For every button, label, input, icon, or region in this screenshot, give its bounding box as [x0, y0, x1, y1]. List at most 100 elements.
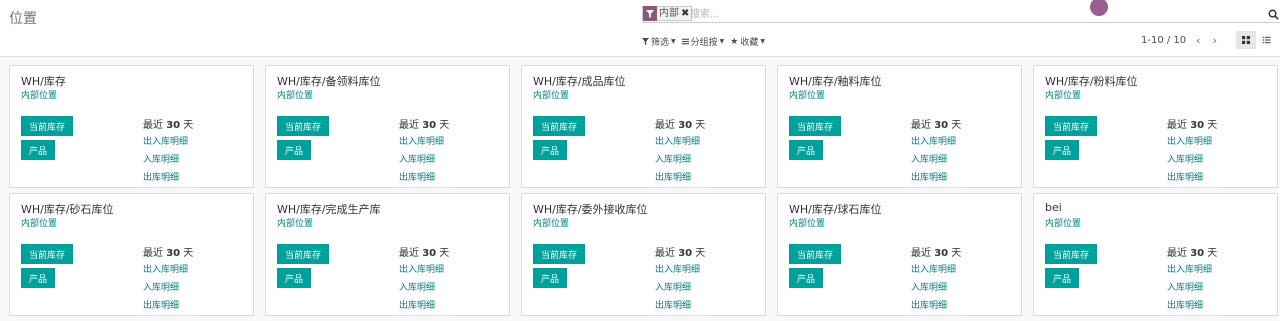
receipts-link[interactable]: 入库明细 [399, 152, 435, 165]
list-view-button[interactable] [1256, 31, 1276, 49]
products-button[interactable]: 产品 [21, 140, 55, 160]
location-name: WH/库存/成品库位 [533, 75, 626, 88]
pager-next-icon[interactable]: › [1213, 34, 1217, 47]
list-icon [681, 38, 689, 45]
location-name: WH/库存/釉料库位 [789, 75, 882, 88]
groupby-button[interactable]: 分组按 ▼ [681, 35, 725, 48]
deliveries-link[interactable]: 出库明细 [399, 298, 435, 311]
location-card[interactable]: WH/库存/粉料库位 内部位置 当前库存 产品 最近 30 天 出入库明细 入库… [1033, 65, 1278, 188]
location-card[interactable]: WH/库存/委外接收库位 内部位置 当前库存 产品 最近 30 天 出入库明细 … [521, 193, 766, 316]
location-name: WH/库存/球石库位 [789, 203, 882, 216]
location-card[interactable]: WH/库存/釉料库位 内部位置 当前库存 产品 最近 30 天 出入库明细 入库… [777, 65, 1022, 188]
caret-down-icon: ▼ [719, 38, 725, 45]
recent-heading: 最近 30 天 [655, 120, 706, 131]
moves-link[interactable]: 出入库明细 [143, 262, 188, 275]
moves-link[interactable]: 出入库明细 [143, 134, 188, 147]
current-stock-button[interactable]: 当前库存 [21, 244, 73, 264]
moves-link[interactable]: 出入库明细 [655, 262, 700, 275]
search-input[interactable] [690, 7, 1250, 21]
products-button[interactable]: 产品 [21, 268, 55, 288]
filter-icon [643, 6, 657, 21]
pager-value[interactable]: 1-10 / 10 [1141, 35, 1186, 46]
deliveries-link[interactable]: 出库明细 [911, 170, 947, 183]
pager-nav: ‹ › [1196, 34, 1217, 47]
deliveries-link[interactable]: 出库明细 [655, 298, 691, 311]
receipts-link[interactable]: 入库明细 [911, 280, 947, 293]
current-stock-button[interactable]: 当前库存 [1045, 116, 1097, 136]
location-type: 内部位置 [21, 91, 58, 101]
current-stock-button[interactable]: 当前库存 [789, 244, 841, 264]
favorites-button[interactable]: ★ 收藏 ▼ [730, 35, 765, 49]
current-stock-button[interactable]: 当前库存 [533, 244, 585, 264]
location-card[interactable]: WH/库存/球石库位 内部位置 当前库存 产品 最近 30 天 出入库明细 入库… [777, 193, 1022, 316]
deliveries-link[interactable]: 出库明细 [143, 298, 179, 311]
deliveries-link[interactable]: 出库明细 [143, 170, 179, 183]
kanban-icon [1242, 36, 1250, 44]
search-icon[interactable] [1266, 6, 1280, 22]
products-button[interactable]: 产品 [277, 268, 311, 288]
deliveries-link[interactable]: 出库明细 [1167, 170, 1203, 183]
current-stock-button[interactable]: 当前库存 [277, 116, 329, 136]
current-stock-button[interactable]: 当前库存 [789, 116, 841, 136]
filter-icon [642, 38, 649, 45]
filter-button[interactable]: 筛选 ▼ [642, 35, 676, 48]
current-stock-button[interactable]: 当前库存 [277, 244, 329, 264]
location-name: WH/库存/备领料库位 [277, 75, 381, 88]
pager-previous-icon[interactable]: ‹ [1196, 34, 1200, 47]
moves-link[interactable]: 出入库明细 [399, 134, 444, 147]
location-card[interactable]: WH/库存 内部位置 当前库存 产品 最近 30 天 出入库明细 入库明细 出库… [9, 65, 254, 188]
location-card[interactable]: WH/库存/完成生产库 内部位置 当前库存 产品 最近 30 天 出入库明细 入… [265, 193, 510, 316]
receipts-link[interactable]: 入库明细 [1167, 280, 1203, 293]
products-button[interactable]: 产品 [277, 140, 311, 160]
location-card[interactable]: WH/库存/砂石库位 内部位置 当前库存 产品 最近 30 天 出入库明细 入库… [9, 193, 254, 316]
search-facet[interactable]: 内部 ✖ [642, 6, 693, 21]
moves-link[interactable]: 出入库明细 [1167, 262, 1212, 275]
recent-heading: 最近 30 天 [399, 248, 450, 259]
breadcrumb[interactable]: 位置 [9, 8, 37, 28]
deliveries-link[interactable]: 出库明细 [1167, 298, 1203, 311]
location-type: 内部位置 [1045, 91, 1082, 101]
recent-heading: 最近 30 天 [911, 120, 962, 131]
kanban-view: WH/库存 内部位置 当前库存 产品 最近 30 天 出入库明细 入库明细 出库… [0, 57, 1280, 321]
search-options: 筛选 ▼ 分组按 ▼ ★ 收藏 ▼ [642, 35, 765, 48]
products-button[interactable]: 产品 [789, 140, 823, 160]
moves-link[interactable]: 出入库明细 [1167, 134, 1212, 147]
location-card[interactable]: WH/库存/备领料库位 内部位置 当前库存 产品 最近 30 天 出入库明细 入… [265, 65, 510, 188]
moves-link[interactable]: 出入库明细 [399, 262, 444, 275]
current-stock-button[interactable]: 当前库存 [21, 116, 73, 136]
recent-heading: 最近 30 天 [1167, 248, 1218, 259]
current-stock-button[interactable]: 当前库存 [1045, 244, 1097, 264]
products-button[interactable]: 产品 [789, 268, 823, 288]
recent-heading: 最近 30 天 [911, 248, 962, 259]
current-stock-button[interactable]: 当前库存 [533, 116, 585, 136]
receipts-link[interactable]: 入库明细 [911, 152, 947, 165]
location-card[interactable]: WH/库存/成品库位 内部位置 当前库存 产品 最近 30 天 出入库明细 入库… [521, 65, 766, 188]
receipts-link[interactable]: 入库明细 [399, 280, 435, 293]
caret-down-icon: ▼ [671, 38, 676, 45]
receipts-link[interactable]: 入库明细 [655, 280, 691, 293]
location-name: WH/库存/砂石库位 [21, 203, 114, 216]
products-button[interactable]: 产品 [1045, 140, 1079, 160]
products-button[interactable]: 产品 [1045, 268, 1079, 288]
filter-button-label: 筛选 [651, 38, 670, 48]
location-name: WH/库存/粉料库位 [1045, 75, 1138, 88]
products-button[interactable]: 产品 [533, 140, 567, 160]
location-card[interactable]: bei 内部位置 当前库存 产品 最近 30 天 出入库明细 入库明细 出库明细 [1033, 193, 1278, 316]
products-button[interactable]: 产品 [533, 268, 567, 288]
kanban-view-button[interactable] [1236, 31, 1256, 49]
receipts-link[interactable]: 入库明细 [655, 152, 691, 165]
moves-link[interactable]: 出入库明细 [911, 262, 956, 275]
receipts-link[interactable]: 入库明细 [143, 152, 179, 165]
receipts-link[interactable]: 入库明细 [1167, 152, 1203, 165]
pager: 1-10 / 10 ‹ › [1141, 34, 1217, 47]
location-name: WH/库存/完成生产库 [277, 203, 381, 216]
deliveries-link[interactable]: 出库明细 [655, 170, 691, 183]
recent-heading: 最近 30 天 [143, 248, 194, 259]
deliveries-link[interactable]: 出库明细 [399, 170, 435, 183]
receipts-link[interactable]: 入库明细 [143, 280, 179, 293]
deliveries-link[interactable]: 出库明细 [911, 298, 947, 311]
view-switcher [1236, 31, 1276, 49]
moves-link[interactable]: 出入库明细 [911, 134, 956, 147]
location-name: WH/库存/委外接收库位 [533, 203, 648, 216]
moves-link[interactable]: 出入库明细 [655, 134, 700, 147]
